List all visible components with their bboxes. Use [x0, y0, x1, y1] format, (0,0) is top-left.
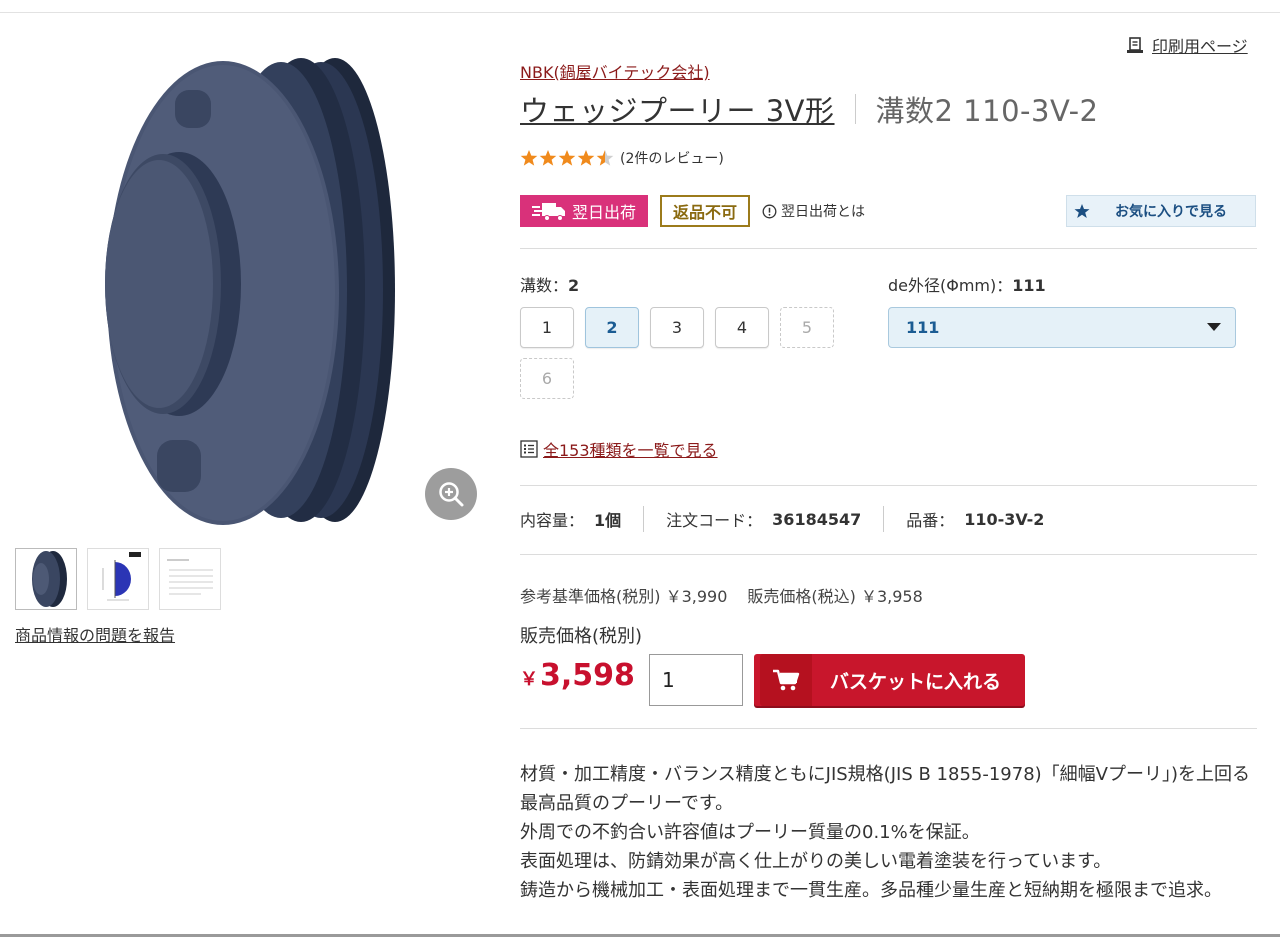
print-link-label: 印刷用ページ: [1152, 37, 1248, 56]
groove-count-caption: 溝数：: [520, 276, 569, 295]
spec-divider: [883, 506, 885, 532]
list-icon: [520, 440, 538, 458]
description-line: 鋳造から機械加工・表面処理まで一貫生産。多品種少量生産と短納期を極限まで追求。: [520, 880, 1222, 901]
brand-link[interactable]: NBK(鍋屋バイテック会社): [520, 59, 710, 83]
diameter-select[interactable]: 111: [888, 307, 1236, 348]
next-day-label: 翌日出荷: [572, 203, 637, 222]
product-variant: 溝数2 110-3V-2: [875, 94, 1099, 128]
view-all-variants-link[interactable]: 全153種類を一覧で見る: [520, 437, 718, 461]
diameter-label: de外径(Φmm)：111: [888, 272, 1046, 296]
report-issue-link[interactable]: 商品情報の問題を報告: [15, 622, 175, 646]
next-day-info-label: 翌日出荷とは: [781, 204, 866, 220]
reference-prices: 参考基準価格(税別) ￥3,990 販売価格(税込) ￥3,958: [520, 583, 923, 607]
groove-option-1[interactable]: 1: [520, 307, 574, 348]
thumbnail-1[interactable]: [15, 548, 77, 610]
star-icon: [558, 150, 576, 166]
spec-divider: [643, 506, 645, 532]
part-number-value: 110-3V-2: [964, 509, 1045, 529]
print-page-link[interactable]: 印刷用ページ: [1126, 33, 1248, 57]
diameter-select-value: 111: [906, 318, 940, 337]
add-to-basket-button[interactable]: バスケットに入れる: [754, 654, 1025, 706]
currency-symbol: ￥: [520, 669, 538, 690]
thumbnail-list: [15, 548, 221, 610]
sale-price-incl-tax: 販売価格(税込) ￥3,958: [747, 587, 923, 606]
no-return-badge: 返品不可: [660, 195, 751, 227]
chevron-down-icon: [1207, 323, 1221, 331]
info-icon: [762, 204, 777, 218]
add-to-basket-label: バスケットに入れる: [829, 671, 1001, 693]
content-value: 1個: [594, 511, 622, 530]
divider: [520, 485, 1257, 486]
review-count[interactable]: (2件のレビュー): [620, 148, 724, 168]
favorite-label: お気に入りで見る: [1115, 204, 1227, 220]
description-line: 表面処理は、防錆効果が高く仕上がりの美しい電着塗装を行っています。: [520, 851, 1112, 872]
reference-base-price: 参考基準価格(税別) ￥3,990: [520, 587, 728, 606]
delivery-truck-icon: [532, 203, 565, 221]
divider: [520, 554, 1257, 555]
rating[interactable]: (2件のレビュー): [520, 148, 724, 168]
groove-option-5: 5: [780, 307, 834, 348]
order-code-label: 注文コード：: [666, 511, 763, 530]
star-icon: [596, 150, 614, 166]
printer-icon: [1127, 37, 1143, 53]
title-divider: [854, 94, 856, 124]
part-number-label: 品番：: [906, 511, 955, 530]
groove-option-4[interactable]: 4: [715, 307, 769, 348]
view-all-label: 全153種類を一覧で見る: [543, 441, 718, 460]
groove-count-label: 溝数：2: [520, 272, 579, 296]
groove-count-options: 12345 6: [520, 307, 860, 399]
product-title-link[interactable]: ウェッジプーリー 3V形: [520, 88, 835, 130]
content-label: 内容量：: [520, 511, 585, 530]
zoom-button[interactable]: [425, 468, 477, 520]
spec-summary: 内容量： 1個 注文コード： 36184547 品番： 110-3V-2: [520, 506, 1044, 532]
groove-option-3[interactable]: 3: [650, 307, 704, 348]
top-divider: [0, 12, 1280, 13]
price: ￥ 3,598: [520, 658, 635, 693]
groove-count-value: 2: [568, 276, 580, 295]
divider: [520, 728, 1257, 729]
product-description: 材質・加工精度・バランス精度ともにJIS規格(JIS B 1855-1978)「…: [520, 760, 1260, 905]
next-day-info-link[interactable]: 翌日出荷とは: [762, 201, 865, 221]
groove-option-6: 6: [520, 358, 574, 399]
next-day-badge: 翌日出荷: [520, 195, 649, 227]
cart-icon: [773, 669, 800, 691]
product-title: ウェッジプーリー 3V形 溝数2 110-3V-2: [520, 88, 1099, 130]
star-icon: [539, 150, 557, 166]
price-value: 3,598: [540, 658, 635, 693]
thumbnail-3[interactable]: [159, 548, 221, 610]
star-rating: [520, 149, 614, 167]
star-icon: [577, 150, 595, 166]
order-code-value: 36184547: [772, 509, 862, 529]
quantity-input[interactable]: [649, 654, 743, 706]
star-icon: [1074, 204, 1090, 218]
groove-option-2[interactable]: 2: [585, 307, 639, 348]
description-line: 外周での不釣合い許容値はプーリー質量の0.1%を保証。: [520, 822, 980, 843]
diameter-value: 111: [1012, 276, 1046, 295]
diameter-caption: de外径(Φmm)：: [888, 276, 1013, 295]
description-line: 材質・加工精度・バランス精度ともにJIS規格(JIS B 1855-1978)「…: [520, 764, 1251, 814]
favorite-button[interactable]: お気に入りで見る: [1066, 195, 1256, 227]
price-label: 販売価格(税別): [520, 626, 643, 647]
thumbnail-2[interactable]: [87, 548, 149, 610]
product-main-image: [95, 50, 415, 530]
divider: [520, 248, 1257, 249]
shipping-badges: 翌日出荷 返品不可 翌日出荷とは: [520, 195, 865, 227]
zoom-in-icon: [439, 482, 464, 507]
star-icon: [520, 150, 538, 166]
